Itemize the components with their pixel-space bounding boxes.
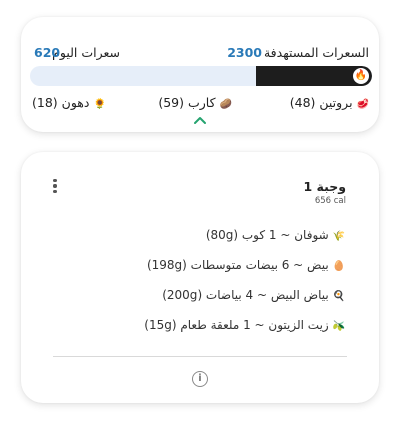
calorie-row: السعرات المستهدفة 2300 سعرات اليوم 620 <box>21 45 379 65</box>
sunflower-icon: 🌻 <box>93 99 106 110</box>
meal-calories: 656 cal <box>314 196 346 206</box>
meal-item-text: زيت الزيتون ~ 1 ملعقة طعام (15g) <box>144 318 329 332</box>
meal-item: 🥚 بيض ~ 6 بيضات متوسطات (198g) <box>147 258 345 272</box>
target-calories-label: السعرات المستهدفة <box>263 45 369 60</box>
olive-icon: 🫒 <box>332 321 345 332</box>
frying-pan-icon: 🍳 <box>332 291 345 302</box>
info-icon[interactable]: i <box>192 371 208 387</box>
macro-carbs: 🥔 كارب (59) <box>158 95 232 110</box>
more-options-icon[interactable] <box>52 179 58 195</box>
chevron-up-icon[interactable] <box>193 113 207 127</box>
macro-fat: 🌻 دهون (18) <box>32 95 106 110</box>
calorie-progress-bar: 🔥 <box>30 66 372 86</box>
egg-icon: 🥚 <box>332 261 345 272</box>
meat-icon: 🥩 <box>356 99 369 110</box>
meal-item: 🌾 شوفان ~ 1 كوب (80g) <box>206 228 345 242</box>
today-calories-label: سعرات اليوم <box>52 45 120 60</box>
divider <box>53 356 347 357</box>
meal-title: وجبة 1 <box>303 179 346 194</box>
meal-item-text: بياض البيض ~ 4 بياضات (200g) <box>162 288 329 302</box>
target-calories-value: 2300 <box>227 45 262 60</box>
flame-icon: 🔥 <box>353 68 369 84</box>
macro-protein: 🥩 بروتين (48) <box>290 95 369 110</box>
potato-icon: 🥔 <box>219 99 232 110</box>
calorie-summary-card: السعرات المستهدفة 2300 سعرات اليوم 620 🔥… <box>21 17 379 132</box>
macro-protein-label: بروتين (48) <box>289 95 353 110</box>
macro-carbs-label: كارب (59) <box>158 95 216 110</box>
meal-item: 🫒 زيت الزيتون ~ 1 ملعقة طعام (15g) <box>144 318 345 332</box>
today-calories-value: 620 <box>34 45 61 60</box>
meal-card: وجبة 1 656 cal 🌾 شوفان ~ 1 كوب (80g) 🥚 ب… <box>21 152 379 403</box>
meal-item-text: بيض ~ 6 بيضات متوسطات (198g) <box>146 258 329 272</box>
macro-fat-label: دهون (18) <box>32 95 90 110</box>
oats-icon: 🌾 <box>332 231 345 242</box>
meal-item-text: شوفان ~ 1 كوب (80g) <box>205 228 329 242</box>
meal-item: 🍳 بياض البيض ~ 4 بياضات (200g) <box>162 288 345 302</box>
